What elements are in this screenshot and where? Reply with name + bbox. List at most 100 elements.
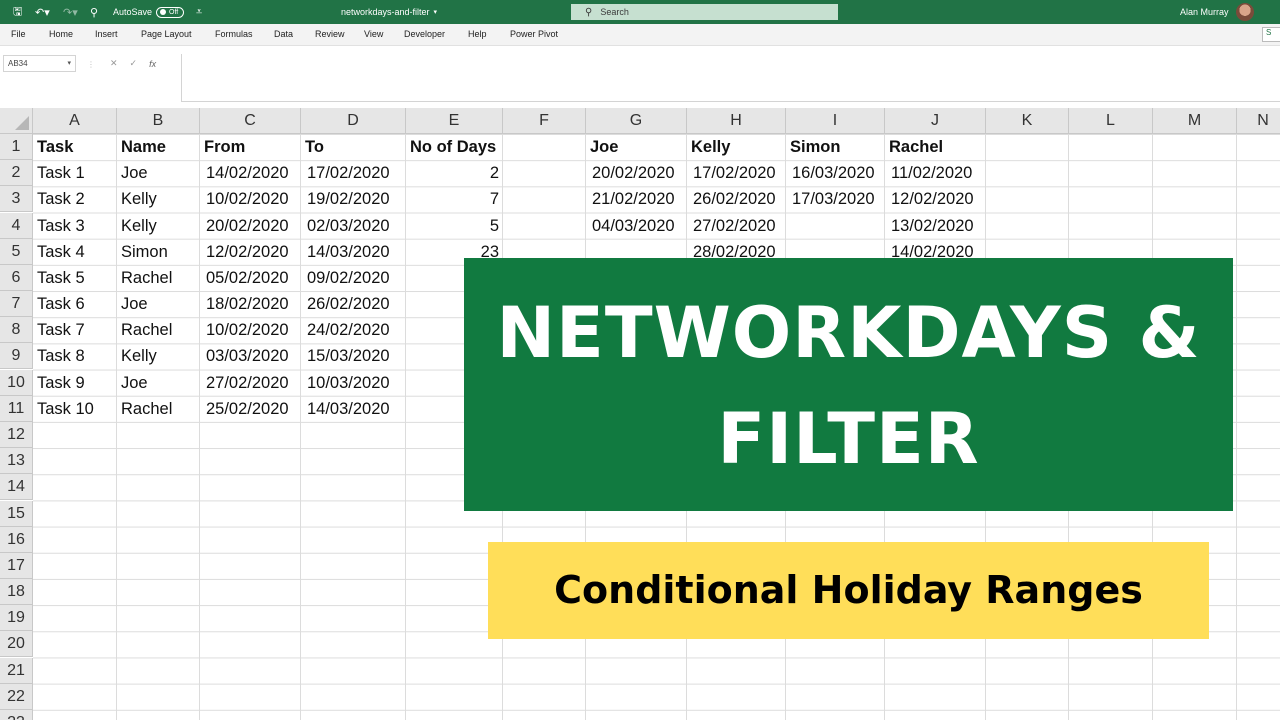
data-cell[interactable]: Task 10 [37, 396, 94, 422]
data-cell[interactable]: 10/02/2020 [206, 317, 289, 343]
row-header-1[interactable]: 1 [0, 134, 33, 160]
column-header-g[interactable]: G [586, 108, 687, 134]
data-cell[interactable]: 10/02/2020 [206, 186, 289, 212]
row-header-16[interactable]: 16 [0, 526, 33, 553]
row-header-9[interactable]: 9 [0, 343, 33, 370]
column-header-l[interactable]: L [1069, 108, 1153, 134]
data-cell[interactable]: 02/03/2020 [307, 213, 390, 239]
data-cell[interactable]: 14/02/2020 [206, 160, 289, 186]
customize-toolbar-icon[interactable]: ⩡ [196, 0, 202, 24]
data-cell[interactable]: Simon [121, 239, 168, 265]
data-cell[interactable]: 11/02/2020 [891, 160, 972, 186]
row-header-2[interactable]: 2 [0, 160, 33, 187]
data-cell[interactable]: 20/02/2020 [206, 213, 289, 239]
data-cell[interactable]: 26/02/2020 [307, 291, 390, 317]
data-cell[interactable]: 18/02/2020 [206, 291, 289, 317]
data-cell[interactable]: 17/02/2020 [693, 160, 776, 186]
column-header-f[interactable]: F [503, 108, 586, 134]
save-icon[interactable]: 🖫 [13, 0, 22, 24]
data-cell[interactable]: 19/02/2020 [307, 186, 390, 212]
formula-input[interactable] [181, 54, 1280, 102]
data-cell[interactable]: 05/02/2020 [206, 265, 289, 291]
data-cell[interactable]: Kelly [121, 186, 157, 212]
data-cell[interactable]: 2 [406, 160, 499, 186]
column-header-e[interactable]: E [406, 108, 503, 134]
header-cell[interactable]: Rachel [889, 134, 943, 160]
data-cell[interactable]: Rachel [121, 265, 172, 291]
enter-icon[interactable]: ✓ [130, 58, 138, 69]
select-all-button[interactable] [0, 108, 33, 134]
column-header-a[interactable]: A [33, 108, 117, 134]
data-cell[interactable]: 27/02/2020 [206, 370, 289, 396]
header-cell[interactable]: Simon [790, 134, 840, 160]
data-cell[interactable]: Kelly [121, 213, 157, 239]
tab-help[interactable]: Help [468, 29, 487, 39]
column-header-b[interactable]: B [117, 108, 200, 134]
data-cell[interactable]: Task 1 [37, 160, 85, 186]
data-cell[interactable]: 17/03/2020 [792, 186, 875, 212]
data-cell[interactable]: 14/03/2020 [307, 396, 390, 422]
tab-data[interactable]: Data [274, 29, 293, 39]
data-cell[interactable]: 16/03/2020 [792, 160, 875, 186]
data-cell[interactable]: Task 5 [37, 265, 85, 291]
column-header-k[interactable]: K [986, 108, 1069, 134]
data-cell[interactable]: 13/02/2020 [891, 213, 974, 239]
header-cell[interactable]: Joe [590, 134, 618, 160]
data-cell[interactable]: 24/02/2020 [307, 317, 390, 343]
chevron-down-icon[interactable]: ▾ [67, 59, 71, 67]
data-cell[interactable]: Rachel [121, 317, 172, 343]
row-header-5[interactable]: 5 [0, 238, 33, 265]
row-header-11[interactable]: 11 [0, 395, 33, 422]
tab-insert[interactable]: Insert [95, 29, 118, 39]
row-header-14[interactable]: 14 [0, 474, 33, 501]
data-cell[interactable]: 04/03/2020 [592, 213, 675, 239]
row-header-6[interactable]: 6 [0, 264, 33, 291]
row-header-10[interactable]: 10 [0, 369, 33, 396]
header-cell[interactable]: Name [121, 134, 166, 160]
data-cell[interactable]: 10/03/2020 [307, 370, 390, 396]
row-header-15[interactable]: 15 [0, 500, 33, 527]
tab-power-pivot[interactable]: Power Pivot [510, 29, 558, 39]
data-cell[interactable]: Rachel [121, 396, 172, 422]
row-header-4[interactable]: 4 [0, 212, 33, 239]
data-cell[interactable]: 14/03/2020 [307, 239, 390, 265]
data-cell[interactable]: 26/02/2020 [693, 186, 776, 212]
undo-icon[interactable]: ↶▾ [35, 0, 50, 24]
row-header-20[interactable]: 20 [0, 631, 33, 658]
data-cell[interactable]: Kelly [121, 343, 157, 369]
tab-home[interactable]: Home [49, 29, 73, 39]
user-name[interactable]: Alan Murray [1180, 0, 1229, 24]
tab-review[interactable]: Review [315, 29, 345, 39]
row-header-21[interactable]: 21 [0, 657, 33, 684]
row-header-13[interactable]: 13 [0, 448, 33, 475]
header-cell[interactable]: Kelly [691, 134, 730, 160]
data-cell[interactable]: Task 6 [37, 291, 85, 317]
data-cell[interactable]: Task 3 [37, 213, 85, 239]
autosave-control[interactable]: AutoSave Off [113, 0, 185, 24]
data-cell[interactable]: 7 [406, 186, 499, 212]
redo-icon[interactable]: ↷▾ [63, 0, 78, 24]
data-cell[interactable]: 5 [406, 213, 499, 239]
row-header-23[interactable]: 23 [0, 709, 33, 720]
data-cell[interactable]: 09/02/2020 [307, 265, 390, 291]
data-cell[interactable]: 20/02/2020 [592, 160, 675, 186]
header-cell[interactable]: Task [37, 134, 73, 160]
insert-function-icon[interactable]: fx [149, 59, 156, 69]
row-header-19[interactable]: 19 [0, 605, 33, 632]
data-cell[interactable]: Task 2 [37, 186, 85, 212]
header-cell[interactable]: No of Days [410, 134, 496, 160]
document-title[interactable]: networkdays-and-filter ▾ [341, 0, 437, 24]
tab-page-layout[interactable]: Page Layout [141, 29, 192, 39]
data-cell[interactable]: Task 9 [37, 370, 85, 396]
data-cell[interactable]: 03/03/2020 [206, 343, 289, 369]
data-cell[interactable]: Joe [121, 160, 148, 186]
column-header-m[interactable]: M [1153, 108, 1237, 134]
data-cell[interactable]: Task 7 [37, 317, 85, 343]
row-header-8[interactable]: 8 [0, 317, 33, 344]
tab-file[interactable]: File [11, 29, 26, 39]
autosave-toggle[interactable]: Off [156, 6, 185, 18]
share-button[interactable]: S [1262, 27, 1280, 42]
column-header-d[interactable]: D [301, 108, 406, 134]
row-header-18[interactable]: 18 [0, 579, 33, 606]
data-cell[interactable]: Task 4 [37, 239, 85, 265]
